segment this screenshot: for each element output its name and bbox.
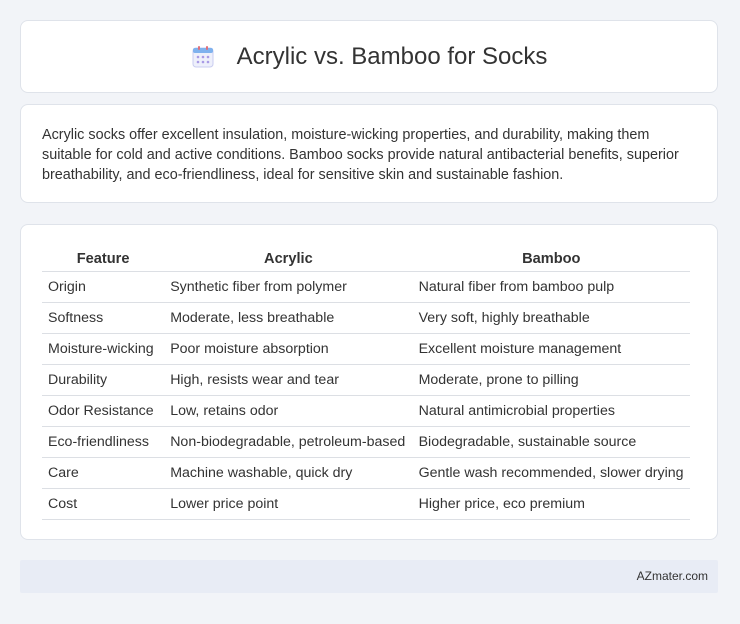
acrylic-cell: High, resists wear and tear [164,364,413,396]
bamboo-cell: Gentle wash recommended, slower drying [412,457,690,489]
bamboo-cell: Moderate, prone to pilling [412,364,690,396]
bamboo-cell: Higher price, eco premium [412,488,690,520]
comparison-table: Feature Acrylic Bamboo Origin Synthetic … [42,245,690,520]
table-row: Moisture-wicking Poor moisture absorptio… [42,333,690,365]
acrylic-cell: Low, retains odor [164,395,413,427]
feature-cell: Odor Resistance [42,395,165,427]
acrylic-cell: Lower price point [164,488,413,520]
acrylic-cell: Moderate, less breathable [164,302,413,334]
acrylic-cell: Non-biodegradable, petroleum-based [164,426,413,458]
table-row: Cost Lower price point Higher price, eco… [42,488,690,520]
feature-cell: Eco-friendliness [42,426,165,458]
intro-card: Acrylic socks offer excellent insulation… [20,104,718,203]
feature-cell: Moisture-wicking [42,333,165,365]
feature-cell: Care [42,457,165,489]
header-acrylic: Acrylic [164,245,413,272]
acrylic-cell: Poor moisture absorption [164,333,413,365]
table-row: Softness Moderate, less breathable Very … [42,302,690,334]
header-card: Acrylic vs. Bamboo for Socks [20,20,718,93]
bamboo-cell: Excellent moisture management [412,333,690,365]
header-feature: Feature [42,245,165,272]
bamboo-cell: Natural fiber from bamboo pulp [412,271,690,303]
page-title: Acrylic vs. Bamboo for Socks [236,42,548,70]
bamboo-cell: Biodegradable, sustainable source [412,426,690,458]
table-row: Origin Synthetic fiber from polymer Natu… [42,271,690,303]
acrylic-cell: Machine washable, quick dry [164,457,413,489]
table-header-row: Feature Acrylic Bamboo [42,245,690,272]
title-wrap: Acrylic vs. Bamboo for Socks [191,42,548,71]
bamboo-cell: Natural antimicrobial properties [412,395,690,427]
intro-text: Acrylic socks offer excellent insulation… [42,127,679,183]
feature-cell: Durability [42,364,165,396]
feature-cell: Cost [42,488,165,520]
calendar-icon [191,45,215,69]
feature-cell: Origin [42,271,165,303]
footer-bar: AZmater.com [20,560,718,593]
table-row: Eco-friendliness Non-biodegradable, petr… [42,426,690,458]
footer-site-link[interactable]: AZmater.com [637,569,708,583]
table-row: Durability High, resists wear and tear M… [42,364,690,396]
table-row: Odor Resistance Low, retains odor Natura… [42,395,690,427]
bamboo-cell: Very soft, highly breathable [412,302,690,334]
table-card: Feature Acrylic Bamboo Origin Synthetic … [20,224,718,540]
feature-cell: Softness [42,302,165,334]
table-row: Care Machine washable, quick dry Gentle … [42,457,690,489]
header-bamboo: Bamboo [412,245,690,272]
acrylic-cell: Synthetic fiber from polymer [164,271,413,303]
